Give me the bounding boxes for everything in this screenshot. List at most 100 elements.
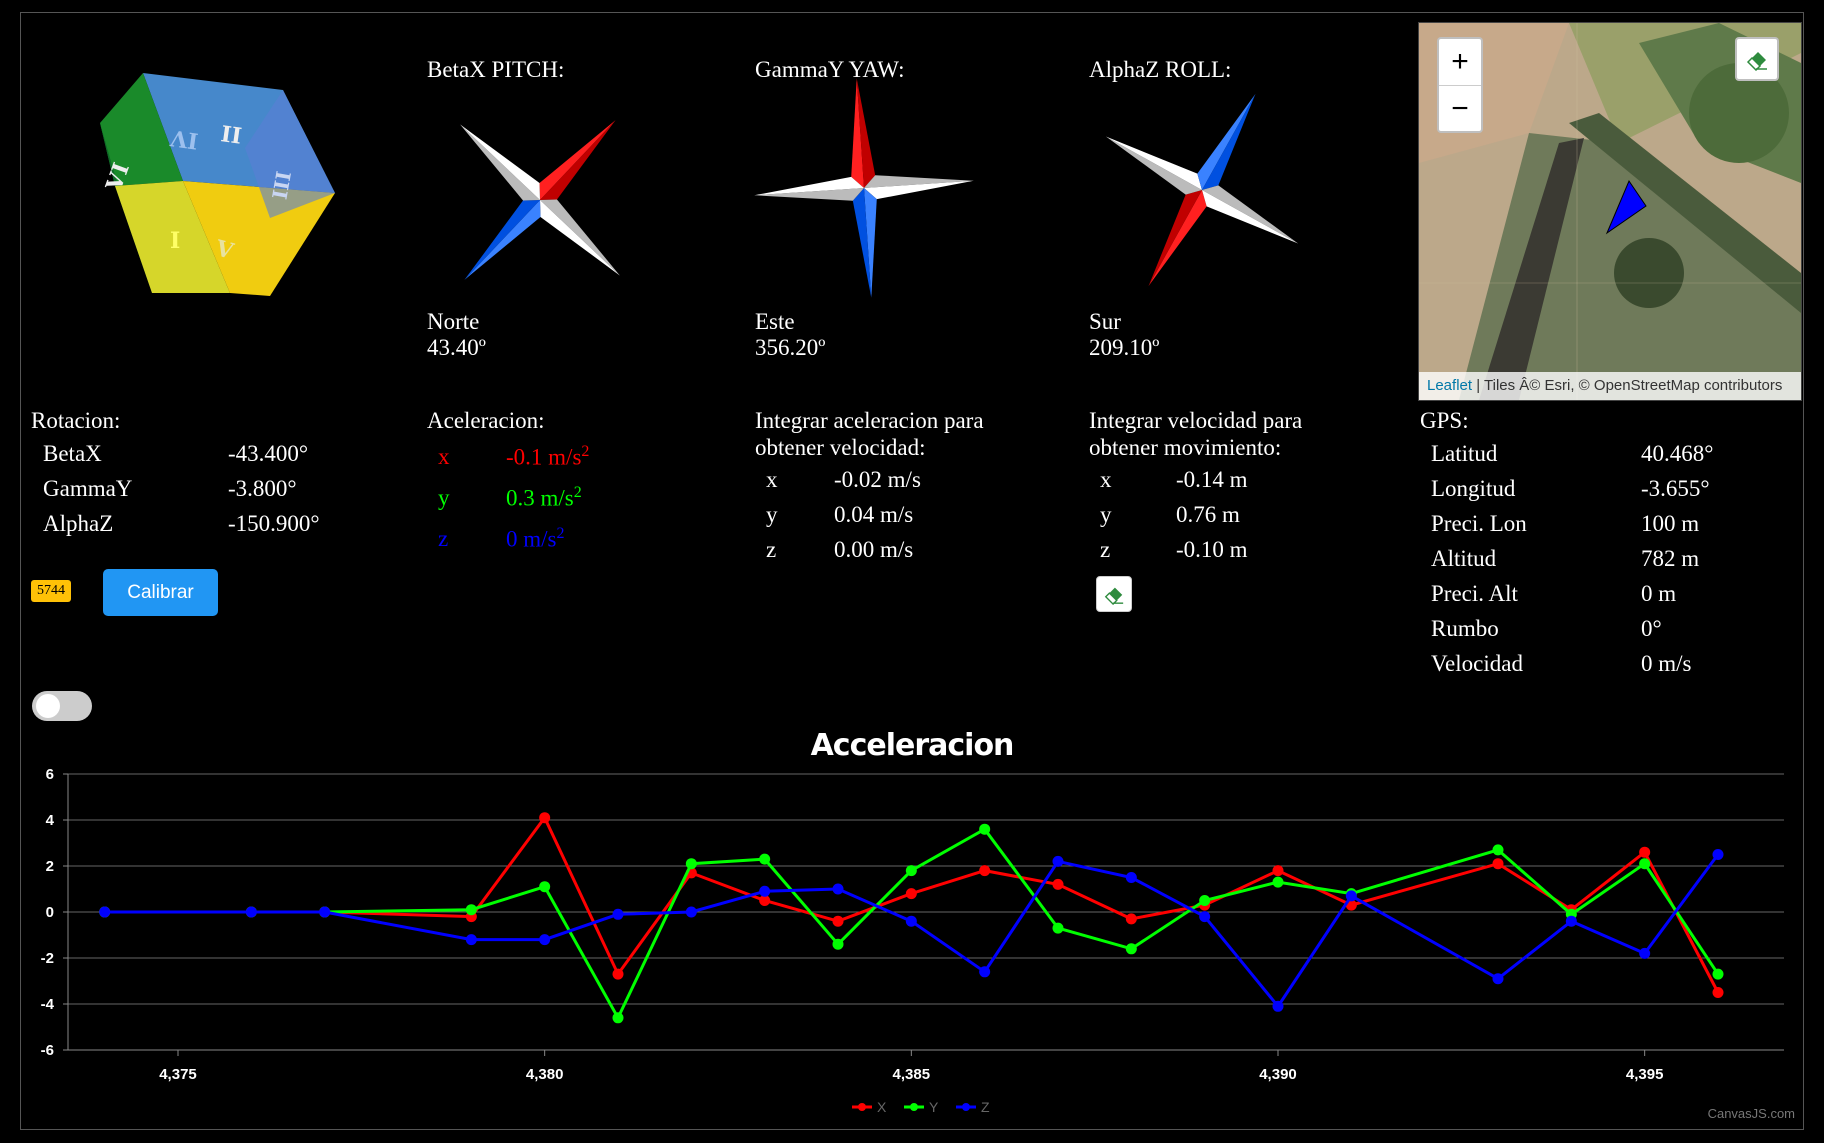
row-label: z <box>766 536 777 562</box>
row-value: 0 m <box>1641 580 1677 606</box>
y-tick-label: 0 <box>46 904 54 921</box>
rotacion-title: Rotacion: <box>31 408 121 433</box>
data-point-y <box>539 881 551 893</box>
y-tick-label: -2 <box>41 950 54 967</box>
value-text: -0.1 m/s <box>506 444 582 470</box>
cube-label-front: I <box>170 228 180 254</box>
series-line-z <box>104 853 1720 1009</box>
data-point-y <box>1639 858 1651 870</box>
data-point-x <box>979 865 991 877</box>
row-value: 0 m/s <box>1641 650 1692 676</box>
chart-toggle-switch[interactable] <box>32 691 92 721</box>
data-point-x <box>539 812 551 824</box>
zoom-in-button[interactable]: + <box>1439 39 1481 86</box>
row-value: -3.655° <box>1641 475 1710 501</box>
gps-map[interactable]: + − Leaflet | Tiles Â© Esri, © OpenStree… <box>1418 22 1802 401</box>
data-point-z <box>685 906 697 918</box>
data-point-x <box>832 915 844 927</box>
eraser-icon <box>1104 587 1124 605</box>
row-label: Longitud <box>1431 475 1516 501</box>
movimiento-table: x -0.14 m y 0.76 m z -0.10 m <box>1100 462 1248 567</box>
zoom-out-button[interactable]: − <box>1439 86 1481 132</box>
data-point-y <box>1492 844 1504 856</box>
attribution-text: | Tiles Â© Esri, © OpenStreetMap contrib… <box>1472 377 1783 394</box>
table-row: Velocidad 0 m/s <box>1431 646 1713 681</box>
row-value: -3.800° <box>228 475 297 501</box>
aceleracion-title: Aceleracion: <box>427 408 545 433</box>
row-label: x <box>766 466 778 492</box>
toggle-knob <box>36 694 60 718</box>
data-point-x <box>1125 913 1137 925</box>
data-point-y <box>1125 943 1137 955</box>
data-point-z <box>1272 1000 1284 1012</box>
data-point-x <box>1052 878 1064 890</box>
table-row: AlphaZ -150.900° <box>43 506 320 541</box>
map-clear-button[interactable] <box>1735 37 1779 81</box>
row-value: -0.02 m/s <box>834 466 921 492</box>
table-row: z 0 m/s2 <box>438 518 589 559</box>
unit-exponent: 2 <box>556 524 565 542</box>
data-point-z <box>319 906 331 918</box>
y-tick-label: 2 <box>46 858 54 875</box>
row-label: Preci. Alt <box>1431 580 1518 606</box>
data-point-z <box>99 906 111 918</box>
table-row: Longitud -3.655° <box>1431 471 1713 506</box>
table-row: GammaY -3.800° <box>43 471 320 506</box>
row-label: y <box>1100 501 1112 527</box>
reset-movement-button[interactable] <box>1096 576 1132 612</box>
yaw-degrees: 356.20º <box>755 335 826 360</box>
data-point-x <box>612 968 624 980</box>
data-point-y <box>832 938 844 950</box>
x-tick-label: 4,395 <box>1626 1066 1664 1083</box>
table-row: y 0.3 m/s2 <box>438 477 589 518</box>
row-label: Altitud <box>1431 545 1497 571</box>
data-point-y <box>1712 968 1724 980</box>
row-label: y <box>438 484 450 510</box>
row-label: GammaY <box>43 475 133 501</box>
legend-marker-z <box>962 1103 970 1111</box>
yaw-compass <box>754 78 974 298</box>
data-point-x <box>1712 987 1724 998</box>
row-label: x <box>438 443 450 469</box>
legend-label-y: Y <box>929 1099 939 1115</box>
yaw-direction: Este <box>755 309 795 334</box>
legend-marker-x <box>858 1103 866 1111</box>
data-point-y <box>1272 876 1284 888</box>
table-row: y 0.04 m/s <box>766 497 921 532</box>
row-value: -0.14 m <box>1176 466 1248 492</box>
data-point-x <box>905 888 917 900</box>
row-label: Latitud <box>1431 440 1498 466</box>
legend-marker-y <box>910 1103 918 1111</box>
table-row: y 0.76 m <box>1100 497 1248 532</box>
value-text: 0 m/s <box>506 526 557 552</box>
data-point-y <box>905 865 917 877</box>
canvasjs-credit[interactable]: CanvasJS.com <box>1708 1106 1795 1121</box>
x-tick-label: 4,385 <box>893 1066 931 1083</box>
table-row: Preci. Lon 100 m <box>1431 506 1713 541</box>
data-point-x <box>1272 865 1284 877</box>
x-tick-label: 4,375 <box>159 1066 197 1083</box>
row-value: 40.468° <box>1641 440 1714 466</box>
row-label: BetaX <box>43 440 102 466</box>
table-row: x -0.02 m/s <box>766 462 921 497</box>
roll-compass <box>1105 93 1299 287</box>
leaflet-link[interactable]: Leaflet <box>1427 377 1472 394</box>
velocidad-title-1: Integrar aceleracion para <box>755 408 984 433</box>
pitch-direction: Norte <box>427 309 480 334</box>
legend-label-x: X <box>877 1099 887 1115</box>
pitch-degrees: 43.40º <box>427 335 486 360</box>
data-point-y <box>465 904 477 916</box>
acceleration-chart: -6 -4 -2 0 2 4 6 4,375 4,380 4,385 4,390 4,395 X Y Z <box>41 766 1784 1115</box>
row-value: 0.00 m/s <box>834 536 914 562</box>
data-point-z <box>1199 911 1211 923</box>
row-value: 782 m <box>1641 545 1700 571</box>
row-value: -0.10 m <box>1176 536 1248 562</box>
data-point-z <box>1639 947 1651 959</box>
map-attribution: Leaflet | Tiles Â© Esri, © OpenStreetMap… <box>1419 372 1801 400</box>
velocidad-title-2: obtener velocidad: <box>755 435 926 460</box>
orientation-cube: II IV III VI I V <box>100 73 335 296</box>
data-point-z <box>905 915 917 927</box>
calibrate-button[interactable]: Calibrar <box>103 569 218 616</box>
movimiento-title-2: obtener movimiento: <box>1089 435 1282 460</box>
velocidad-table: x -0.02 m/s y 0.04 m/s z 0.00 m/s <box>766 462 921 567</box>
